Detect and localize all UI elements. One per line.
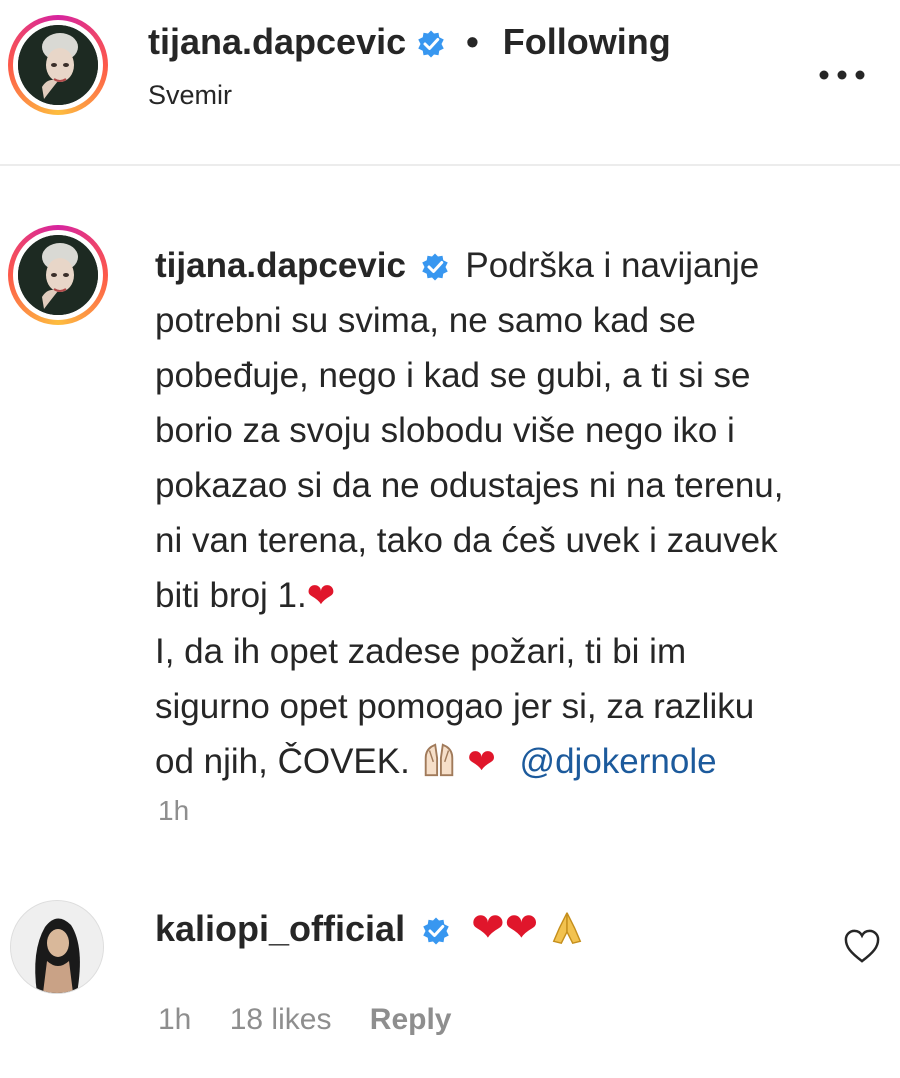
caption-line: I, da ih opet zadese požari, ti bi im (155, 632, 687, 671)
caption-line: potrebni su svima, ne samo kad se (155, 301, 696, 340)
caption-timestamp[interactable]: 1h (158, 795, 189, 827)
verified-badge-icon (418, 30, 444, 58)
more-options-icon[interactable] (818, 58, 866, 81)
mention-link[interactable]: @djokernole (520, 742, 717, 781)
avatar (18, 25, 98, 105)
raised-hands-icon (424, 743, 453, 777)
caption-line: sigurno opet pomogao jer si, za razliku (155, 687, 755, 726)
comment-avatar[interactable] (10, 900, 104, 994)
post-location[interactable]: Svemir (148, 80, 232, 111)
avatar (18, 235, 98, 315)
comment-timestamp[interactable]: 1h (158, 1003, 191, 1036)
comment-username[interactable]: kaliopi_official (155, 908, 405, 949)
caption-line: pokazao si da ne odustajes ni na terenu, (155, 466, 784, 505)
caption-avatar-ring[interactable] (8, 225, 108, 325)
post-header: tijana.dapcevic • Following (148, 20, 671, 64)
header-username[interactable]: tijana.dapcevic (148, 21, 406, 62)
post-caption: tijana.dapcevic Podrška i navijanje potr… (155, 238, 875, 790)
verified-badge-icon (423, 917, 449, 945)
header-avatar-ring[interactable] (8, 15, 108, 115)
caption-line: biti broj 1. (155, 576, 307, 615)
caption-username[interactable]: tijana.dapcevic (155, 246, 406, 285)
reply-button[interactable]: Reply (370, 1003, 452, 1036)
heart-emoji: ❤ (504, 906, 539, 950)
caption-line: ni van terena, tako da ćeš uvek i zauvek (155, 521, 778, 560)
folded-hands-icon (552, 912, 582, 945)
heart-emoji: ❤ (471, 906, 505, 950)
caption-line: od njih, ČOVEK. (155, 742, 410, 781)
heart-emoji: ❤ (306, 577, 336, 615)
caption-line: pobeđuje, nego i kad se gubi, a ti si se (155, 356, 751, 395)
caption-line: borio za svoju slobodu više nego iko i (155, 411, 735, 450)
header-divider (0, 164, 900, 166)
verified-badge-icon (421, 253, 448, 281)
heart-emoji: ❤ (467, 743, 496, 781)
caption-line: Podrška i navijanje (465, 246, 760, 285)
comment-likes[interactable]: 18 likes (230, 1003, 332, 1036)
comment-meta: 1h 18 likes Reply (158, 1003, 481, 1037)
separator-dot: • (466, 21, 479, 62)
comment: kaliopi_official ❤❤ (155, 905, 586, 951)
like-comment-heart-icon[interactable] (843, 928, 881, 964)
following-button[interactable]: Following (503, 21, 671, 62)
